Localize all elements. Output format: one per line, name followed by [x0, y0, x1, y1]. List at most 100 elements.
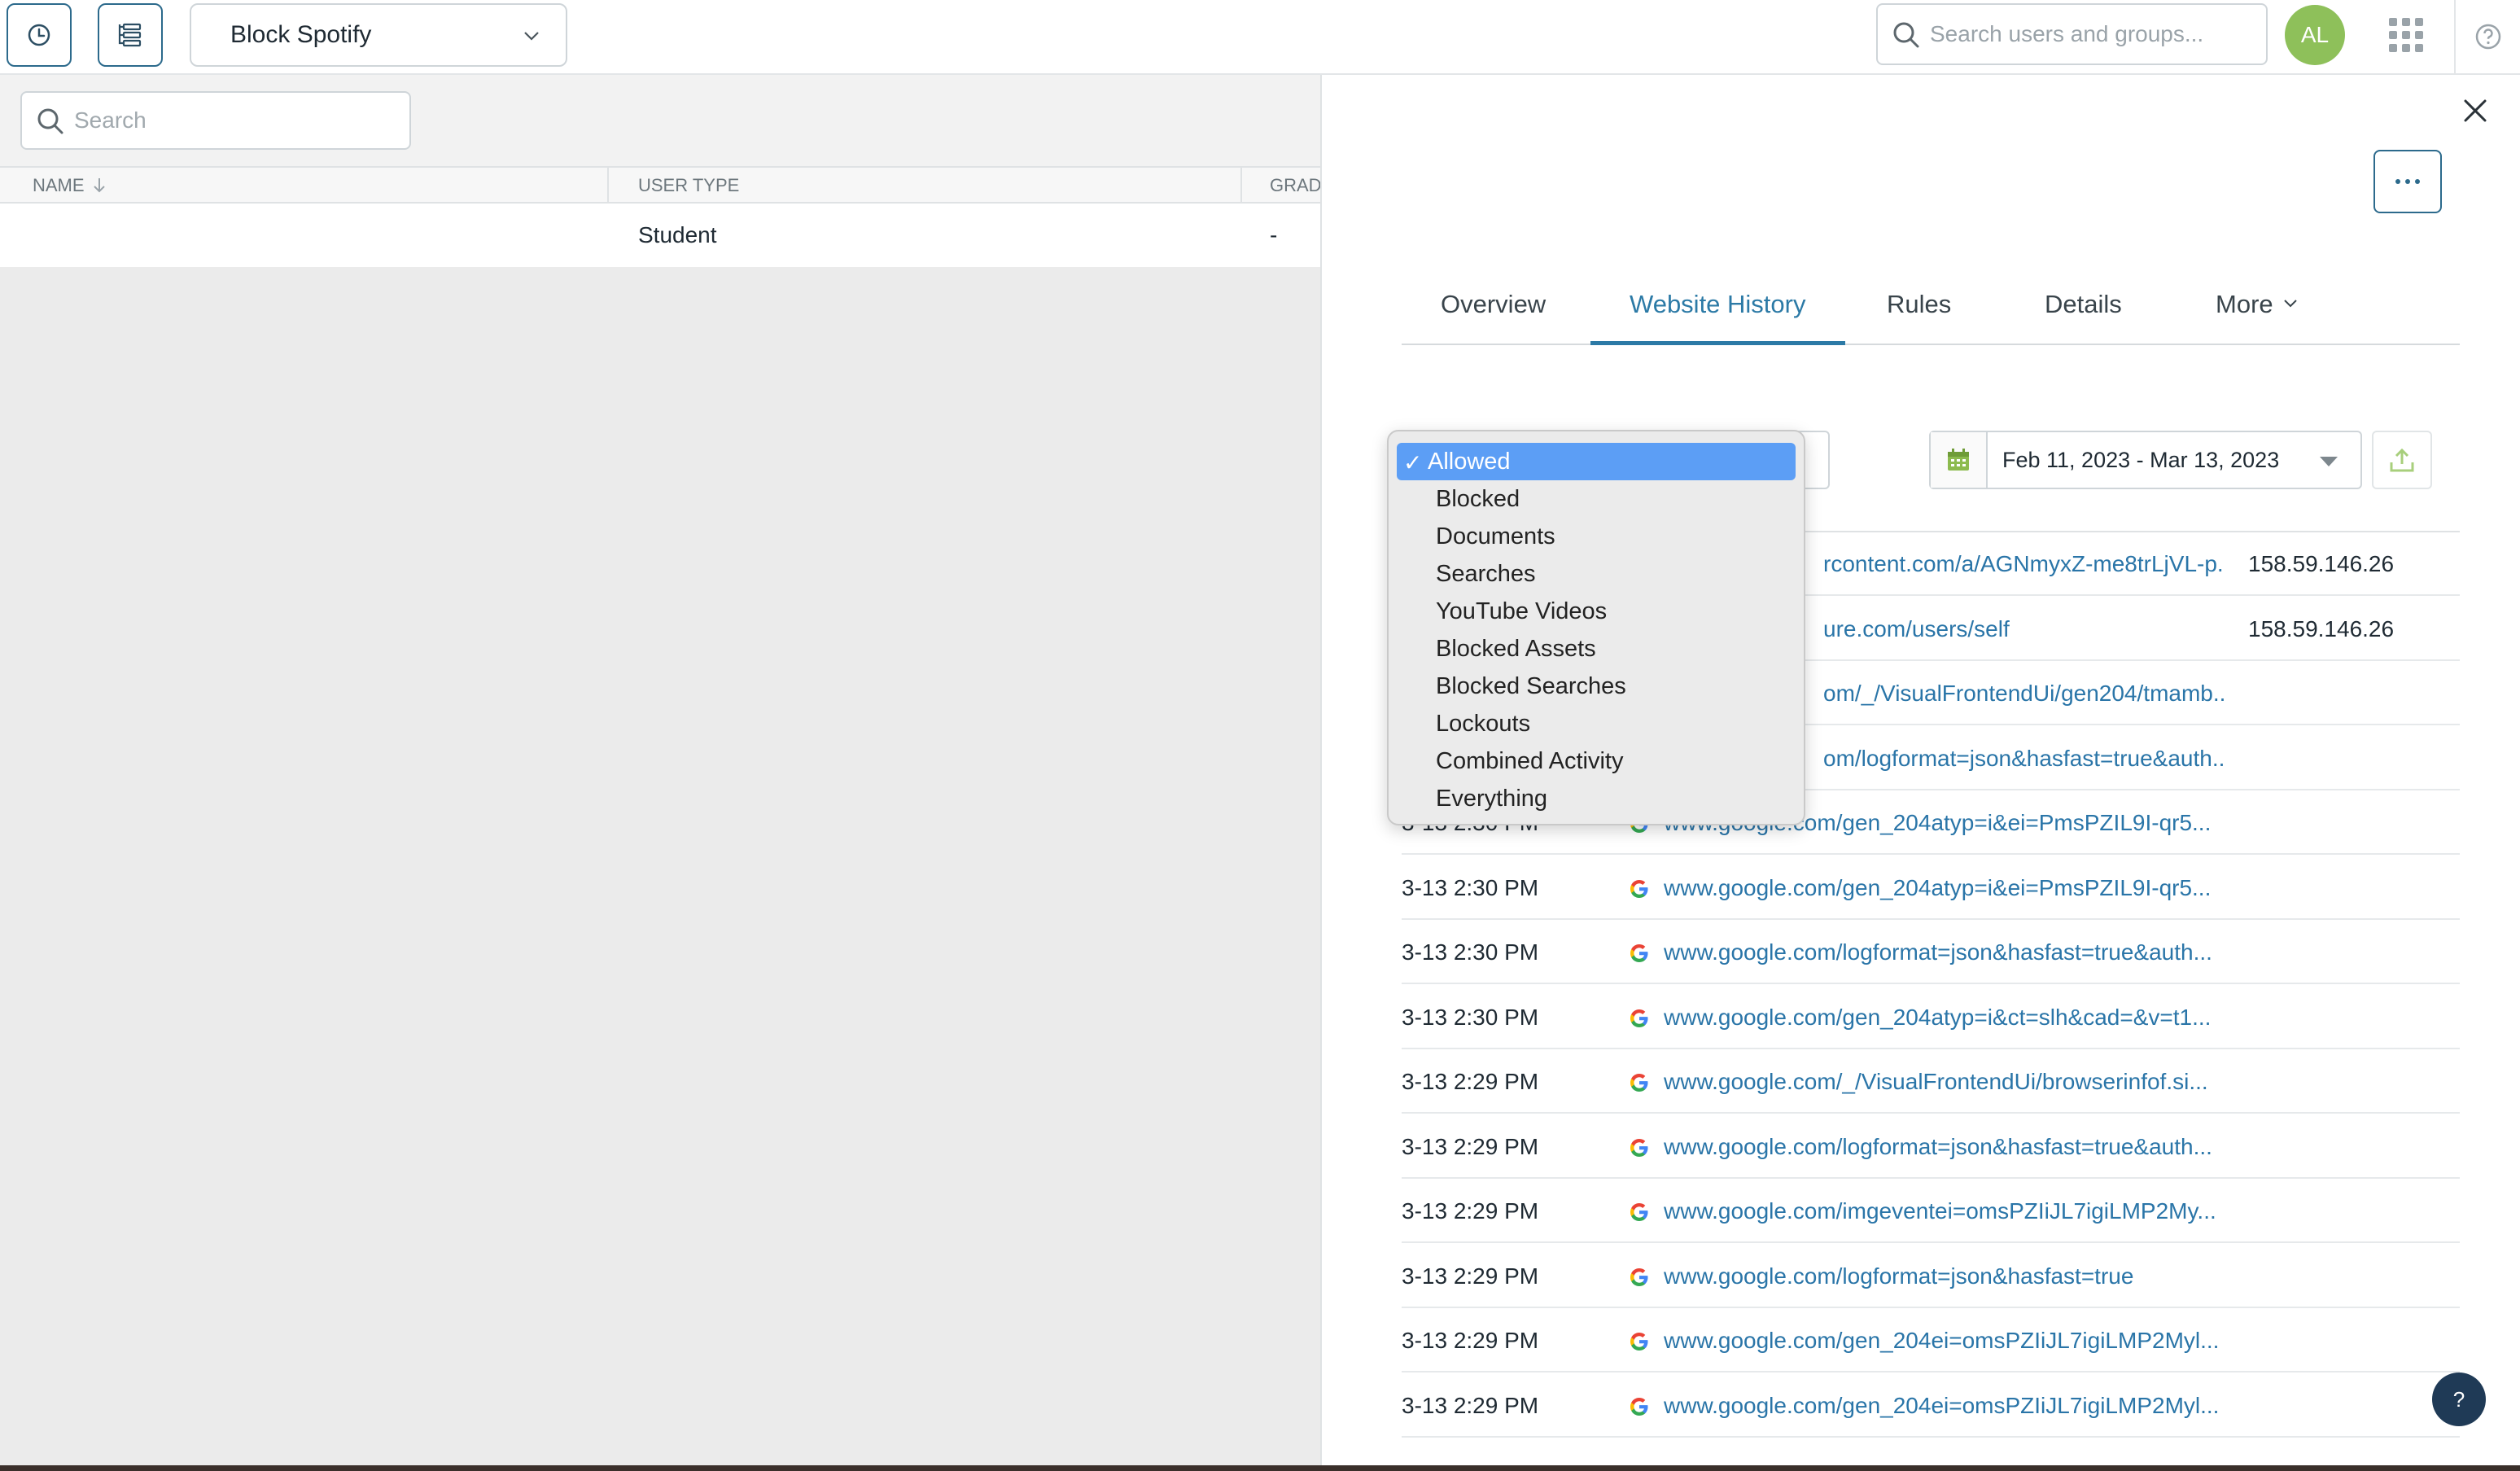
- help-chat-label: ?: [2452, 1386, 2465, 1412]
- export-icon: [2390, 448, 2414, 472]
- filter-option-label: Blocked: [1436, 485, 1520, 512]
- filter-option-blocked[interactable]: Blocked: [1397, 480, 1796, 518]
- tab-overview[interactable]: Overview: [1441, 278, 1546, 345]
- history-url-link[interactable]: www.google.com/_/VisualFrontendUi/browse…: [1664, 1050, 2225, 1114]
- history-url-link[interactable]: www.google.com/gen_204ei=omsPZIiJL7igiLM…: [1664, 1309, 2225, 1372]
- close-icon[interactable]: [2456, 91, 2495, 130]
- history-ip: 158.59.146.26: [2248, 615, 2395, 641]
- checkmark-icon: ✓: [1403, 450, 1423, 475]
- tab-more-label: More: [2216, 290, 2273, 318]
- history-url-link[interactable]: www.google.com/gen_204atyp=i&ei=PmsPZIL9…: [1664, 856, 2225, 920]
- policy-select[interactable]: Block Spotify: [190, 3, 567, 67]
- google-icon: [1628, 878, 1651, 900]
- history-button[interactable]: [7, 3, 72, 67]
- user-group-search-placeholder: Search users and groups...: [1930, 21, 2204, 46]
- users-panel: Search NAME USER TYPE GRAD Student -: [0, 75, 1320, 1465]
- history-url-link[interactable]: www.google.com/logformat=json&hasfast=tr…: [1664, 1115, 2225, 1179]
- sort-arrow-down-icon: [93, 178, 105, 193]
- history-row[interactable]: 3-13 2:29 PM www.google.com/gen_204ei=oms…: [1402, 1309, 2460, 1372]
- column-header-grade-label: GRAD: [1270, 175, 1320, 195]
- tab-rules[interactable]: Rules: [1887, 278, 1951, 345]
- tab-more[interactable]: More: [2216, 278, 2299, 345]
- help-chat-button[interactable]: ?: [2432, 1372, 2486, 1426]
- user-group-search-input[interactable]: Search users and groups...: [1876, 3, 2268, 65]
- export-button[interactable]: [2372, 431, 2432, 489]
- users-search-input[interactable]: Search: [20, 91, 411, 150]
- date-range-picker[interactable]: Feb 11, 2023 - Mar 13, 2023: [1929, 431, 2362, 489]
- filter-option-label: Combined Activity: [1436, 747, 1624, 774]
- history-url-link[interactable]: www.google.com/gen_204ei=omsPZIiJL7igiLM…: [1664, 1374, 2225, 1438]
- column-header-grade[interactable]: GRAD: [1242, 168, 1320, 204]
- history-row[interactable]: 3-13 2:29 PM www.google.com/logformat=jso…: [1402, 1245, 2460, 1308]
- tab-details-label: Details: [2045, 290, 2122, 318]
- table-row[interactable]: Student -: [0, 204, 1320, 267]
- filter-option-lockouts[interactable]: Lockouts: [1397, 705, 1796, 742]
- history-url-link[interactable]: rcontent.com/a/AGNmyxZ-me8trLjVL-p...: [1823, 532, 2225, 596]
- filter-option-blocked-assets[interactable]: Blocked Assets: [1397, 630, 1796, 668]
- users-table-header: NAME USER TYPE GRAD: [0, 166, 1320, 204]
- avatar-initials: AL: [2300, 22, 2330, 47]
- history-url-link[interactable]: www.google.com/gen_204atyp=i&ct=slh&cad=…: [1664, 986, 2225, 1049]
- history-time: 3-13 2:30 PM: [1402, 1004, 1539, 1030]
- google-icon: [1628, 1330, 1651, 1353]
- history-url-link[interactable]: www.google.com/logformat=json&hasfast=tr…: [1664, 921, 2225, 984]
- date-range-value: Feb 11, 2023 - Mar 13, 2023: [2002, 447, 2280, 472]
- row-user-type: Student: [638, 222, 717, 247]
- google-icon: [1628, 1395, 1651, 1418]
- tab-website-history-label: Website History: [1630, 290, 1806, 318]
- window-bottom-edge: [0, 1465, 2520, 1471]
- history-time: 3-13 2:29 PM: [1402, 1263, 1539, 1289]
- filter-option-allowed[interactable]: ✓ Allowed: [1397, 443, 1796, 480]
- filter-option-blocked-searches[interactable]: Blocked Searches: [1397, 668, 1796, 705]
- caret-down-icon: [2320, 457, 2338, 466]
- column-header-name[interactable]: NAME: [0, 168, 609, 204]
- tab-details[interactable]: Details: [2045, 278, 2122, 345]
- app-grid-icon[interactable]: [2389, 18, 2423, 52]
- filter-option-label: Documents: [1436, 523, 1555, 549]
- filter-option-label: Lockouts: [1436, 710, 1531, 737]
- activity-filter-menu: ✓ Allowed Blocked Documents Searches YouTube …: [1387, 430, 1805, 825]
- google-icon: [1628, 1007, 1651, 1030]
- google-icon: [1628, 942, 1651, 965]
- app-page: Block Spotify Search users and groups...…: [0, 0, 2520, 1471]
- filter-option-label: Searches: [1436, 560, 1536, 587]
- column-header-name-label: NAME: [33, 175, 85, 195]
- history-url-link[interactable]: om/_/VisualFrontendUi/gen204/tmamb...: [1823, 662, 2225, 725]
- filter-option-searches[interactable]: Searches: [1397, 555, 1796, 593]
- search-icon: [37, 108, 63, 134]
- filter-option-label: Blocked Assets: [1436, 635, 1596, 662]
- history-url-link[interactable]: www.google.com/imgeventei=omsPZIiJL7igiL…: [1664, 1180, 2225, 1243]
- history-time: 3-13 2:29 PM: [1402, 1133, 1539, 1159]
- tab-overview-label: Overview: [1441, 290, 1547, 318]
- filter-option-documents[interactable]: Documents: [1397, 518, 1796, 555]
- filter-option-everything[interactable]: Everything: [1397, 780, 1796, 817]
- filter-option-combined-activity[interactable]: Combined Activity: [1397, 742, 1796, 780]
- history-time: 3-13 2:29 PM: [1402, 1198, 1539, 1224]
- google-icon: [1628, 1266, 1651, 1289]
- history-url-link[interactable]: www.google.com/logformat=json&hasfast=tr…: [1664, 1245, 2225, 1308]
- column-header-user-type-label: USER TYPE: [638, 175, 740, 195]
- users-search-placeholder: Search: [74, 107, 147, 133]
- avatar[interactable]: AL: [2285, 5, 2345, 65]
- history-url-link[interactable]: ure.com/users/self: [1823, 598, 2225, 661]
- history-time: 3-13 2:29 PM: [1402, 1069, 1539, 1094]
- history-row[interactable]: 3-13 2:29 PM www.google.com/imgeventei=om…: [1402, 1180, 2460, 1243]
- calendar-icon: [1931, 432, 1988, 488]
- more-actions-button[interactable]: [2373, 150, 2442, 213]
- help-button[interactable]: [2454, 0, 2520, 73]
- google-icon: [1628, 1136, 1651, 1159]
- history-row[interactable]: 3-13 2:30 PM www.google.com/gen_204atyp=i…: [1402, 856, 2460, 920]
- history-url-link[interactable]: om/logformat=json&hasfast=true&auth...: [1823, 727, 2225, 790]
- filter-option-label: Allowed: [1428, 448, 1511, 475]
- tab-website-history[interactable]: Website History: [1590, 278, 1845, 345]
- filter-option-youtube-videos[interactable]: YouTube Videos: [1397, 593, 1796, 630]
- history-row[interactable]: 3-13 2:29 PM www.google.com/gen_204ei=oms…: [1402, 1374, 2460, 1438]
- list-tree-icon: [118, 23, 142, 47]
- history-row[interactable]: 3-13 2:30 PM www.google.com/logformat=jso…: [1402, 921, 2460, 984]
- history-row[interactable]: 3-13 2:29 PM www.google.com/_/VisualFront…: [1402, 1050, 2460, 1114]
- history-row[interactable]: 3-13 2:30 PM www.google.com/gen_204atyp=i…: [1402, 986, 2460, 1049]
- list-view-button[interactable]: [98, 3, 163, 67]
- history-row[interactable]: 3-13 2:29 PM www.google.com/logformat=jso…: [1402, 1115, 2460, 1179]
- column-header-user-type[interactable]: USER TYPE: [609, 168, 1242, 204]
- google-icon: [1628, 1201, 1651, 1224]
